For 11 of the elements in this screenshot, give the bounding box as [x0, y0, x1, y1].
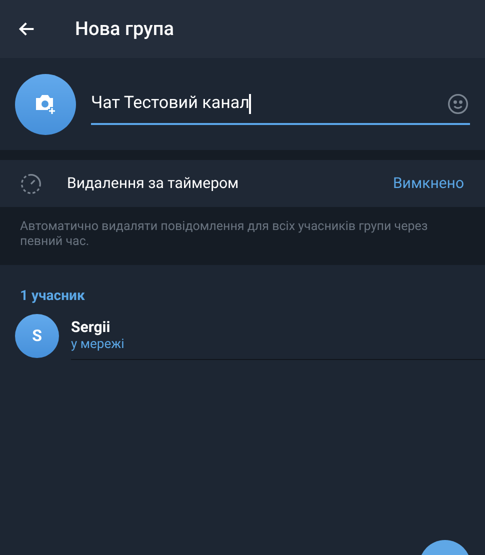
member-name: Sergii: [71, 318, 112, 336]
timer-value: Вимкнено: [392, 173, 464, 194]
timer-hint: Автоматично видаляти повідомлення для всіх учасників групи через певний час.: [20, 219, 429, 249]
timer-label: Видалення за таймером: [67, 173, 240, 194]
group-name-field[interactable]: Чат Тестовий канал: [91, 85, 470, 125]
member-status: у мережі: [71, 336, 126, 354]
emoji-icon[interactable]: [447, 93, 469, 115]
screen-title: Нова група: [75, 16, 174, 42]
avatar: S: [15, 314, 59, 358]
members-heading: 1 учасник: [19, 287, 86, 306]
timer-icon: [20, 172, 42, 194]
